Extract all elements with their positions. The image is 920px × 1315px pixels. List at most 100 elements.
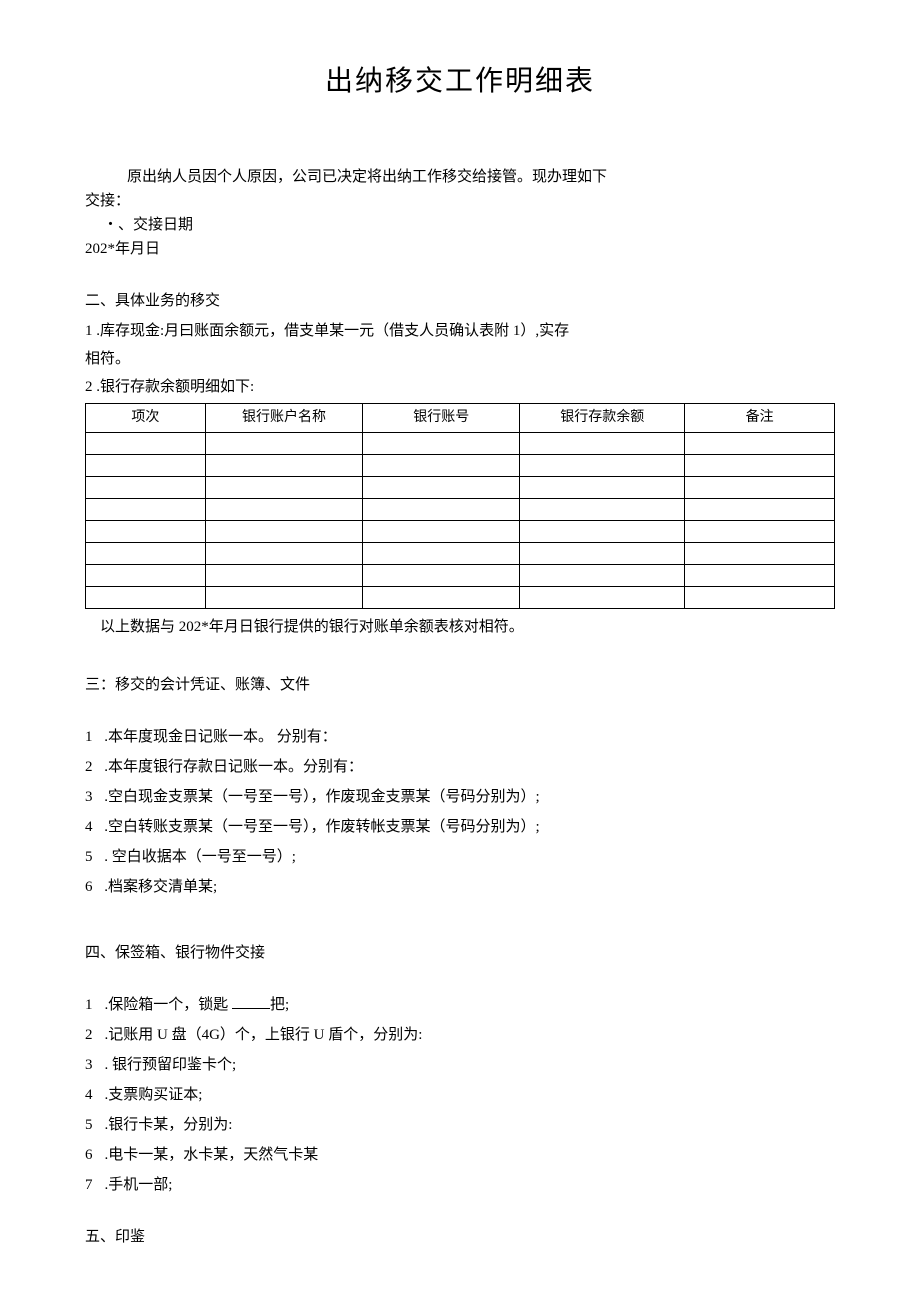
table-cell xyxy=(363,521,520,543)
list-item: 2 .记账用 U 盘（4G）个，上银行 U 盾个，分别为: xyxy=(85,1023,835,1047)
list-item-text: . 银行预留印鉴卡个; xyxy=(105,1057,237,1073)
table-cell xyxy=(520,543,685,565)
section-5-heading: 五、印鉴 xyxy=(85,1225,835,1249)
list-item: 4 .空白转账支票某（一号至一号），作废转帐支票某（号码分别为）; xyxy=(85,815,835,839)
table-cell xyxy=(205,587,362,609)
list-item-text: .空白转账支票某（一号至一号），作废转帐支票某（号码分别为）; xyxy=(101,819,540,835)
table-cell xyxy=(685,543,835,565)
list-item-number: 5 xyxy=(85,1113,93,1137)
table-cell xyxy=(86,455,206,477)
list-item-number: 5 xyxy=(85,845,93,869)
th-remark: 备注 xyxy=(685,403,835,432)
table-cell xyxy=(685,565,835,587)
list-item: 1 .本年度现金日记账一本。 分别有： xyxy=(85,725,835,749)
after-table-note: 以上数据与 202*年月日银行提供的银行对账单余额表核对相符。 xyxy=(85,615,835,639)
list-item-text: .记账用 U 盘（4G）个，上银行 U 盾个，分别为: xyxy=(105,1027,423,1043)
list-item-text: . 空白收据本（一号至一号）; xyxy=(101,849,296,865)
th-item: 项次 xyxy=(86,403,206,432)
table-cell xyxy=(520,565,685,587)
table-cell xyxy=(205,499,362,521)
list-item: 1 .保险箱一个，锁匙 把; xyxy=(85,993,835,1017)
table-cell xyxy=(205,565,362,587)
list-item-text: .支票购买证本; xyxy=(105,1087,203,1103)
list-item: 3 .空白现金支票某（一号至一号），作废现金支票某（号码分别为）; xyxy=(85,785,835,809)
table-row xyxy=(86,477,835,499)
bank-balance-table: 项次 银行账户名称 银行账号 银行存款余额 备注 xyxy=(85,403,835,609)
table-cell xyxy=(205,455,362,477)
list-item: 5 . 空白收据本（一号至一号）; xyxy=(85,845,835,869)
table-cell xyxy=(685,477,835,499)
table-header-row: 项次 银行账户名称 银行账号 银行存款余额 备注 xyxy=(86,403,835,432)
section-2-item-2: 2 .银行存款余额明细如下: xyxy=(85,375,835,399)
table-row xyxy=(86,587,835,609)
list-item-number: 3 xyxy=(85,1053,93,1077)
table-cell xyxy=(685,455,835,477)
table-cell xyxy=(205,433,362,455)
list-item-number: 6 xyxy=(85,875,93,899)
th-account-no: 银行账号 xyxy=(363,403,520,432)
table-cell xyxy=(205,477,362,499)
list-item-number: 1 xyxy=(85,725,93,749)
table-cell xyxy=(520,433,685,455)
table-cell xyxy=(205,543,362,565)
table-row xyxy=(86,521,835,543)
table-cell xyxy=(86,587,206,609)
list-item-number: 4 xyxy=(85,1083,93,1107)
list-item-number: 3 xyxy=(85,785,93,809)
table-row xyxy=(86,455,835,477)
list-item-text: .本年度银行存款日记账一本。分别有： xyxy=(101,759,364,775)
table-cell xyxy=(363,565,520,587)
list-item: 4 .支票购买证本; xyxy=(85,1083,835,1107)
table-cell xyxy=(363,433,520,455)
list-item: 5 .银行卡某，分别为: xyxy=(85,1113,835,1137)
table-cell xyxy=(520,499,685,521)
table-cell xyxy=(86,433,206,455)
list-item-number: 2 xyxy=(85,1023,93,1047)
table-cell xyxy=(685,499,835,521)
page-title: 出纳移交工作明细表 xyxy=(85,60,835,105)
table-cell xyxy=(86,521,206,543)
table-cell xyxy=(520,521,685,543)
section-2-item-1-line-2: 相符。 xyxy=(85,347,835,371)
intro-date: 202*年月日 xyxy=(85,237,835,261)
list-item-text: .空白现金支票某（一号至一号），作废现金支票某（号码分别为）; xyxy=(101,789,540,805)
list-item-text: .档案移交清单某; xyxy=(101,879,218,895)
intro-block: 原出纳人员因个人原因，公司已决定将出纳工作移交给接管。现办理如下 交接： ・、交… xyxy=(85,165,835,261)
intro-line-1: 原出纳人员因个人原因，公司已决定将出纳工作移交给接管。现办理如下 xyxy=(85,165,835,189)
list-item: 6 .档案移交清单某; xyxy=(85,875,835,899)
list-item: 7 .手机一部; xyxy=(85,1173,835,1197)
table-cell xyxy=(86,499,206,521)
table-row xyxy=(86,543,835,565)
list-item-text: .银行卡某，分别为: xyxy=(105,1117,233,1133)
table-cell xyxy=(520,455,685,477)
table-cell xyxy=(685,521,835,543)
section-2-item-1-line-1: 1 .库存现金:月曰账面余额元，借支单某一元（借支人员确认表附 1）,实存 xyxy=(85,319,835,343)
intro-bullet: ・、交接日期 xyxy=(85,213,835,237)
list-item-number: 7 xyxy=(85,1173,93,1197)
table-cell xyxy=(363,455,520,477)
table-cell xyxy=(363,477,520,499)
table-cell xyxy=(86,565,206,587)
list-item-text: .手机一部; xyxy=(105,1177,173,1193)
table-cell xyxy=(86,477,206,499)
th-balance: 银行存款余额 xyxy=(520,403,685,432)
list-item-number: 1 xyxy=(85,993,93,1017)
section-4-heading: 四、保签箱、银行物件交接 xyxy=(85,941,835,965)
table-cell xyxy=(685,587,835,609)
list-item-number: 6 xyxy=(85,1143,93,1167)
table-cell xyxy=(86,543,206,565)
th-account-name: 银行账户名称 xyxy=(205,403,362,432)
table-row xyxy=(86,565,835,587)
intro-line-2: 交接： xyxy=(85,189,835,213)
table-cell xyxy=(520,587,685,609)
table-cell xyxy=(363,499,520,521)
list-item-text: .保险箱一个，锁匙 xyxy=(105,997,233,1013)
section-2-heading: 二、具体业务的移交 xyxy=(85,289,835,313)
list-item-text: 把; xyxy=(270,997,289,1013)
section-3-heading: 三：移交的会计凭证、账簿、文件 xyxy=(85,673,835,697)
table-cell xyxy=(363,587,520,609)
table-cell xyxy=(685,433,835,455)
list-item: 2 .本年度银行存款日记账一本。分别有： xyxy=(85,755,835,779)
table-row xyxy=(86,433,835,455)
list-item-number: 2 xyxy=(85,755,93,779)
